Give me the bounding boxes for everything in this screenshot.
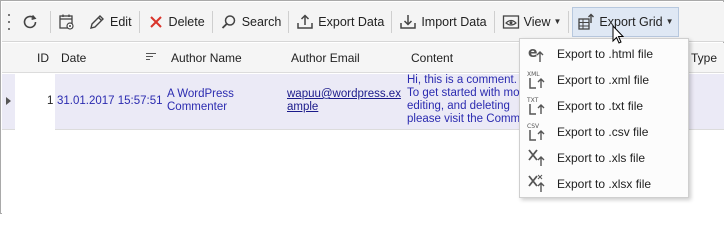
import-data-button[interactable]: Import Data <box>395 8 490 36</box>
column-header-author-name[interactable]: Author Name <box>171 43 242 73</box>
column-header-id[interactable]: ID <box>37 43 49 73</box>
export-grid-label: Export Grid <box>599 14 663 29</box>
import-icon <box>399 13 417 31</box>
menu-item-export-csv[interactable]: CSV Export to .csv file <box>520 119 688 145</box>
menu-item-export-xls[interactable]: Export to .xls file <box>520 145 688 171</box>
calendar-view-icon <box>58 13 76 31</box>
xls-file-icon <box>524 146 550 170</box>
view-button[interactable]: View ▼ <box>498 8 566 36</box>
menu-item-export-txt[interactable]: TXT Export to .txt file <box>520 93 688 119</box>
cell-author-email[interactable]: wapuu@wordpress.ex ample <box>287 88 401 114</box>
email-line: wapuu@wordpress.ex <box>287 88 401 100</box>
content-line: editing, and deleting <box>407 100 510 112</box>
eye-icon <box>502 13 520 31</box>
mouse-cursor-icon <box>611 24 627 47</box>
content-line: please visit the Comme <box>407 113 527 125</box>
menu-item-export-xlsx[interactable]: Export to .xlsx file <box>520 171 688 197</box>
delete-button[interactable]: Delete <box>143 8 209 36</box>
menu-item-label: Export to .xlsx file <box>557 177 652 191</box>
edit-button[interactable]: Edit <box>84 8 136 36</box>
author-name-line: Commenter <box>167 101 228 113</box>
pencil-icon <box>88 13 106 31</box>
email-line: ample <box>287 101 319 113</box>
toolbar-separator <box>211 10 213 33</box>
column-header-date[interactable]: Date <box>61 43 86 73</box>
toolbar-separator <box>138 10 140 33</box>
refresh-icon <box>21 13 39 31</box>
cell-content[interactable]: Hi, this is a comment. To get started wi… <box>407 74 527 126</box>
import-data-label: Import Data <box>421 14 487 29</box>
cell-date[interactable]: 31.01.2017 15:57:51 <box>57 95 163 108</box>
column-header-author-email[interactable]: Author Email <box>291 43 360 73</box>
toolbar-separator <box>493 10 495 33</box>
edit-label: Edit <box>110 14 132 29</box>
menu-item-export-xml[interactable]: XML Export to .xml file <box>520 67 688 93</box>
close-icon <box>147 13 165 31</box>
sort-icon[interactable] <box>146 53 156 63</box>
view-label: View <box>523 14 551 29</box>
menu-item-label: Export to .csv file <box>557 125 649 139</box>
author-name-line: A WordPress <box>167 88 234 100</box>
export-data-button[interactable]: Export Data <box>292 8 388 36</box>
content-line: To get started with mo <box>407 87 520 99</box>
toolbar-separator <box>391 10 393 33</box>
search-button[interactable]: Search <box>216 8 286 36</box>
menu-item-label: Export to .xml file <box>557 73 650 87</box>
xml-file-icon: XML <box>524 68 550 92</box>
toolbar-grip[interactable] <box>5 13 13 30</box>
menu-item-label: Export to .xls file <box>557 151 646 165</box>
txt-file-icon: TXT <box>524 94 550 118</box>
content-line: Hi, this is a comment. <box>407 74 517 86</box>
search-icon <box>220 13 238 31</box>
xlsx-file-icon <box>524 172 550 196</box>
toolbar-separator <box>288 10 290 33</box>
preview-button[interactable] <box>54 8 84 36</box>
menu-item-label: Export to .html file <box>557 47 654 61</box>
icon-tag: XML <box>527 71 540 78</box>
export-data-label: Export Data <box>318 14 385 29</box>
export-grid-icon <box>577 13 595 31</box>
search-label: Search <box>241 14 282 29</box>
toolbar-separator <box>568 10 570 33</box>
cell-author-name[interactable]: A WordPress Commenter <box>167 88 234 114</box>
html-file-icon: e <box>524 42 550 66</box>
row-indicator-icon <box>6 97 11 105</box>
chevron-down-icon: ▼ <box>665 17 674 26</box>
chevron-down-icon: ▼ <box>553 17 562 26</box>
cell-id[interactable]: 1 <box>47 95 53 108</box>
icon-tag: TXT <box>526 97 539 104</box>
toolbar-separator <box>50 10 51 33</box>
menu-item-label: Export to .txt file <box>557 99 644 113</box>
export-grid-menu: e Export to .html file XML Export to .xm… <box>519 38 689 198</box>
column-header-type[interactable]: Type <box>691 43 717 73</box>
csv-file-icon: CSV <box>524 120 550 144</box>
delete-label: Delete <box>168 14 205 29</box>
menu-item-export-html[interactable]: e Export to .html file <box>520 41 688 67</box>
svg-text:e: e <box>528 45 538 61</box>
icon-tag: CSV <box>527 123 540 130</box>
column-header-content[interactable]: Content <box>411 43 453 73</box>
export-icon <box>296 13 314 31</box>
refresh-button[interactable] <box>17 8 47 36</box>
app-window: Edit Delete Search Export Data Import Da… <box>0 0 724 214</box>
